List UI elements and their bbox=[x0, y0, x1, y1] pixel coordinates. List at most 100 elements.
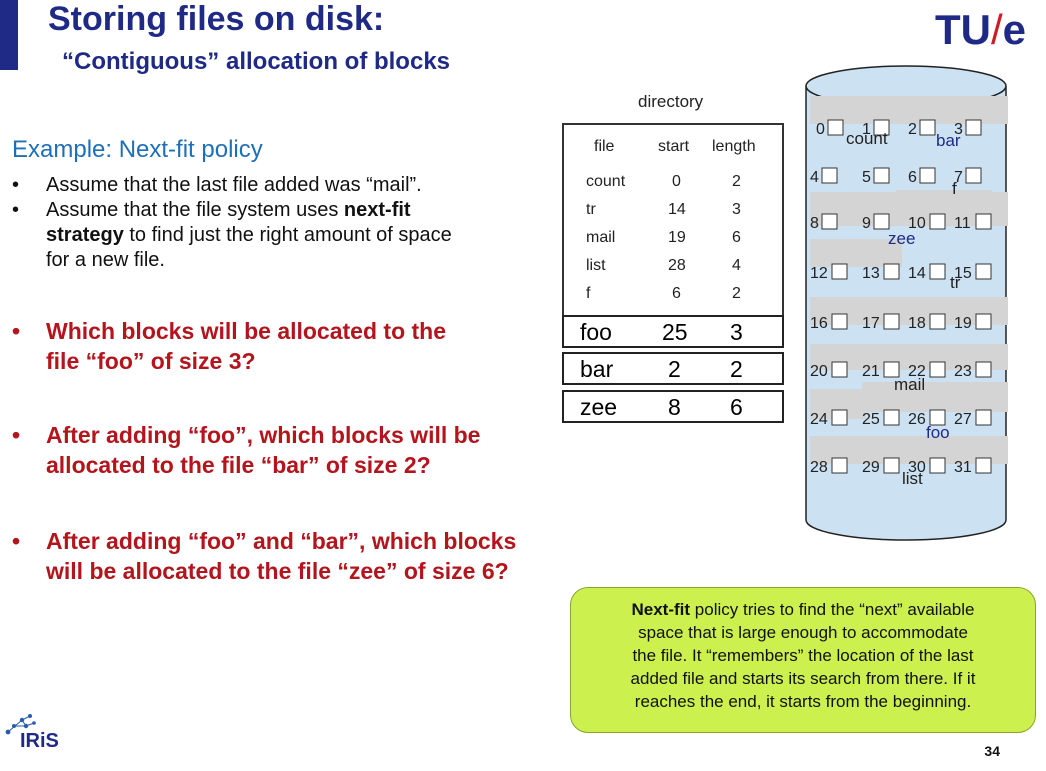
dir-start: 0 bbox=[672, 173, 681, 190]
file-label-bar: bar bbox=[936, 131, 961, 150]
block-number: 21 bbox=[862, 363, 880, 380]
file-label-foo: foo bbox=[926, 423, 950, 442]
disk-block bbox=[919, 119, 936, 136]
header-length: length bbox=[712, 138, 756, 155]
block-number: 18 bbox=[908, 315, 926, 332]
dir-start: 14 bbox=[668, 201, 686, 218]
file-label-mail: mail bbox=[894, 375, 925, 394]
disk-block bbox=[821, 167, 838, 184]
slide-subtitle: “Contiguous” allocation of blocks bbox=[62, 48, 451, 75]
disk-block bbox=[975, 457, 992, 474]
page-number: 34 bbox=[984, 743, 1000, 759]
disk-block bbox=[883, 313, 900, 330]
block-number: 16 bbox=[810, 315, 828, 332]
bullet-dot: • bbox=[12, 422, 21, 448]
dir-start: 28 bbox=[668, 257, 686, 274]
bullet-item: • Assume that the file system uses next-… bbox=[12, 198, 552, 273]
dir-length: 2 bbox=[732, 285, 741, 302]
block-number: 5 bbox=[862, 169, 871, 186]
disk-block bbox=[883, 457, 900, 474]
slide-title: Storing files on disk: bbox=[48, 0, 385, 38]
file-label-list: list bbox=[902, 469, 923, 488]
directory-table: file start length count 0 2 tr 14 3 mail… bbox=[562, 123, 784, 317]
block-number: 0 bbox=[816, 121, 825, 138]
block-number: 14 bbox=[908, 265, 926, 282]
block-number: 28 bbox=[810, 459, 828, 476]
header-start: start bbox=[658, 138, 690, 155]
header-file: file bbox=[594, 138, 615, 155]
disk-block bbox=[929, 263, 946, 280]
disk-block bbox=[975, 263, 992, 280]
disk-block bbox=[831, 409, 848, 426]
block-number: 20 bbox=[810, 363, 828, 380]
bullet-text: Assume that the last file added was “mai… bbox=[46, 174, 422, 196]
block-number: 11 bbox=[954, 215, 971, 232]
bullet-dot: • bbox=[12, 528, 21, 554]
file-label-zee: zee bbox=[888, 229, 915, 248]
block-number: 2 bbox=[908, 121, 917, 138]
directory-label: directory bbox=[638, 92, 704, 111]
disk-block bbox=[929, 313, 946, 330]
answer-row-foo: foo 25 3 bbox=[562, 315, 784, 348]
block-number: 9 bbox=[862, 215, 871, 232]
disk-block bbox=[873, 213, 890, 230]
dir-start: 6 bbox=[672, 285, 681, 302]
iris-logo-text: IRiS bbox=[20, 730, 59, 752]
block-number: 31 bbox=[954, 459, 972, 476]
disk-block bbox=[821, 213, 838, 230]
disk-block bbox=[929, 457, 946, 474]
disk-block bbox=[929, 213, 946, 230]
question-bar: • After adding “foo”, which blocks will … bbox=[12, 422, 481, 478]
block-number: 23 bbox=[954, 363, 972, 380]
file-label-count: count bbox=[846, 129, 888, 148]
title-accent-bar bbox=[0, 0, 18, 70]
bold-strategy: strategy bbox=[46, 224, 124, 246]
bullet-dot: • bbox=[12, 318, 21, 344]
disk-block bbox=[965, 167, 982, 184]
bullet-item: • Assume that the last file added was “m… bbox=[12, 173, 532, 198]
disk-block bbox=[831, 263, 848, 280]
file-label-tr: tr bbox=[950, 273, 961, 292]
disk-block bbox=[975, 213, 992, 230]
disk-block bbox=[919, 167, 936, 184]
bold-next-fit: next-fit bbox=[343, 199, 411, 221]
block-number: 19 bbox=[954, 315, 972, 332]
disk-block bbox=[929, 361, 946, 378]
disk-block bbox=[883, 263, 900, 280]
dir-file: tr bbox=[586, 201, 596, 218]
note-bold: Next-fit bbox=[631, 600, 691, 619]
disk-block bbox=[975, 313, 992, 330]
dir-length: 4 bbox=[732, 257, 741, 274]
disk-block bbox=[873, 167, 890, 184]
block-number: 13 bbox=[862, 265, 880, 282]
dir-file: f bbox=[586, 285, 591, 302]
question-zee: • After adding “foo” and “bar”, which bl… bbox=[12, 528, 517, 584]
disk-diagram: 0 1 2 34 5 6 78 9 10 1112 13 14 1516 17 18 1920 21 22 2324… bbox=[805, 65, 1008, 541]
disk-block bbox=[831, 361, 848, 378]
block-number: 26 bbox=[908, 411, 926, 428]
tue-logo: TU/e bbox=[934, 6, 1026, 53]
allocated-region bbox=[862, 382, 1008, 412]
block-number: 25 bbox=[862, 411, 880, 428]
dir-length: 2 bbox=[732, 173, 741, 190]
dir-file: count bbox=[586, 173, 626, 190]
disk-block bbox=[831, 457, 848, 474]
example-heading: Example: Next-fit policy bbox=[12, 136, 263, 163]
bullet-text: Assume that the file system uses next-fi… bbox=[46, 199, 452, 271]
disk-block bbox=[965, 119, 982, 136]
file-label-f: f bbox=[952, 179, 957, 198]
dir-file: mail bbox=[586, 229, 616, 246]
disk-block bbox=[883, 409, 900, 426]
bullet-dot: • bbox=[12, 174, 20, 196]
block-number: 6 bbox=[908, 169, 917, 186]
block-number: 24 bbox=[810, 411, 828, 428]
block-number: 4 bbox=[810, 169, 819, 186]
dir-start: 19 bbox=[668, 229, 686, 246]
disk-block bbox=[975, 409, 992, 426]
dir-length: 3 bbox=[732, 201, 741, 218]
disk-block bbox=[827, 119, 844, 136]
block-number: 29 bbox=[862, 459, 880, 476]
disk-block bbox=[975, 361, 992, 378]
block-number: 8 bbox=[810, 215, 819, 232]
next-fit-note: Next-fit policy tries to find the “next”… bbox=[570, 587, 1036, 733]
